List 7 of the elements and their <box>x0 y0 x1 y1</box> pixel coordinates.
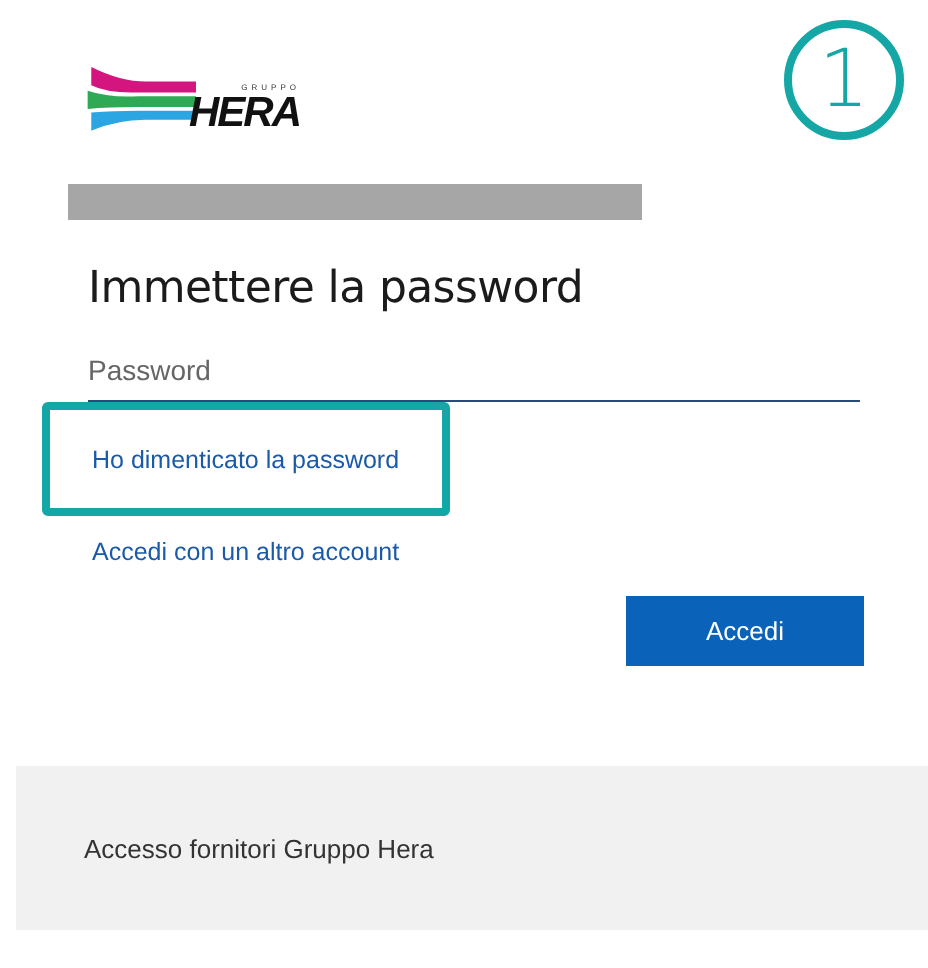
footer-text: Accesso fornitori Gruppo Hera <box>84 833 434 863</box>
sign-in-button[interactable]: Accedi <box>626 596 864 666</box>
logo-name: HERA <box>188 92 300 136</box>
other-account-link[interactable]: Accedi con un altro account <box>92 538 400 566</box>
page-heading: Immettere la password <box>88 264 585 314</box>
forgot-password-link[interactable]: Ho dimenticato la password <box>92 445 400 473</box>
step-badge: 1 <box>784 20 904 140</box>
